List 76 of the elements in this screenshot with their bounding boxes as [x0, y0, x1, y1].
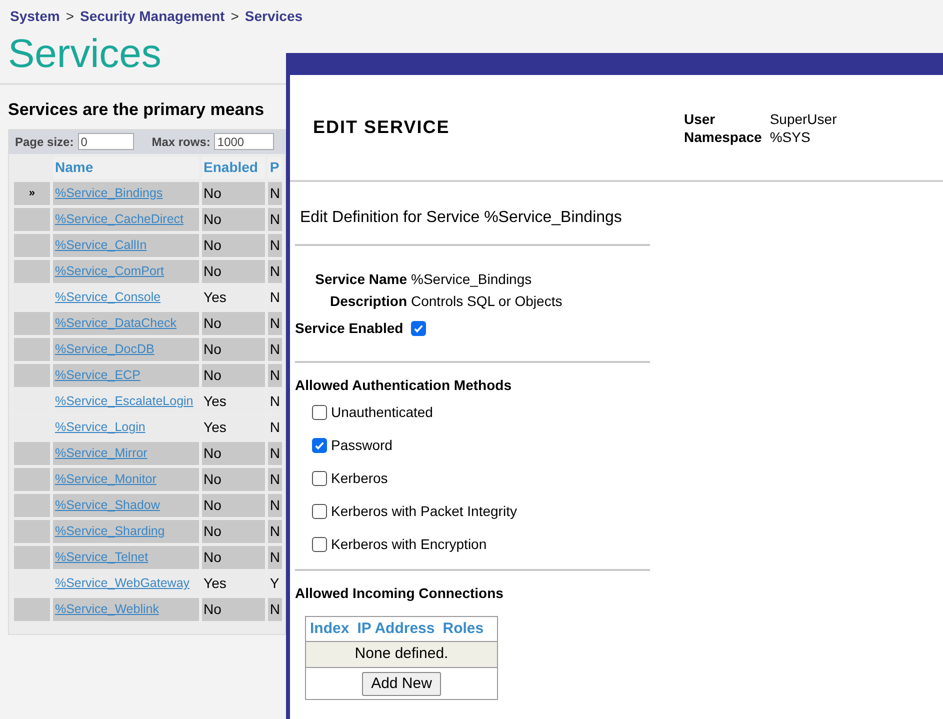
service-enabled-label: Service Enabled	[295, 319, 404, 338]
checkbox-label: Kerberos with Packet Integrity	[331, 502, 517, 521]
service-link[interactable]: %Service_Console	[54, 290, 161, 304]
table-cell: No	[202, 182, 265, 204]
checkbox-label: Kerberos with Encryption	[331, 535, 487, 554]
field-label: Service Name	[314, 270, 407, 289]
field-label: Description	[328, 292, 407, 311]
table-cell: No	[202, 520, 265, 542]
table-cell: N	[268, 598, 282, 620]
intro-text: Services are the primary means	[7, 99, 266, 121]
info-label: User	[684, 110, 716, 128]
breadcrumb-link[interactable]: System	[10, 6, 60, 27]
breadcrumb-separator: >	[66, 7, 74, 26]
table-cell: No	[202, 260, 265, 282]
service-link[interactable]: %Service_EscalateLogin	[54, 394, 194, 408]
add-new-button[interactable]: Add New	[362, 672, 441, 696]
service-link[interactable]: %Service_WebGateway	[54, 576, 190, 590]
table-cell: N	[268, 260, 282, 282]
max-rows-field[interactable]: 1000	[214, 133, 274, 150]
table-cell: N	[268, 494, 282, 516]
table-cell: N	[268, 338, 282, 360]
table-cell: N	[268, 546, 282, 568]
table-cell: No	[202, 442, 265, 464]
table-cell: No	[202, 364, 265, 386]
table-cell: No	[202, 234, 265, 256]
checkbox-label: Password	[331, 436, 392, 455]
table-cell: N	[268, 234, 282, 256]
table-cell: No	[202, 208, 265, 230]
checkbox[interactable]	[312, 405, 327, 420]
field-value: %Service_Bindings	[411, 270, 533, 289]
table-cell: N	[268, 364, 282, 386]
column-header[interactable]: P	[268, 156, 282, 178]
section-heading: Allowed Authentication Methods	[295, 376, 512, 395]
dialog-title: EDIT SERVICE	[313, 116, 451, 139]
checkbox[interactable]	[312, 471, 327, 486]
info-value: %SYS	[770, 128, 812, 146]
table-cell: N	[268, 520, 282, 542]
table-cell: No	[202, 338, 265, 360]
table-cell: No	[202, 546, 265, 568]
page-size-label: Page size:	[15, 134, 74, 150]
table-cell: No	[202, 598, 265, 620]
service-link[interactable]: %Service_Login	[54, 420, 146, 434]
breadcrumb-separator: >	[230, 7, 239, 26]
field-value: Controls SQL or Objects	[411, 292, 564, 311]
checkbox[interactable]	[312, 537, 327, 552]
max-rows-label: Max rows:	[152, 134, 210, 150]
section-heading: Allowed Incoming Connections	[295, 584, 504, 603]
info-label: Namespace	[684, 128, 762, 146]
row-marker: »	[28, 186, 36, 199]
column-header: Index	[310, 618, 350, 639]
dialog-subtitle: Edit Definition for Service %Service_Bindings	[299, 208, 623, 228]
check-icon	[314, 440, 325, 451]
table-cell: N	[268, 442, 282, 464]
table-cell: No	[202, 494, 265, 516]
check-icon	[413, 323, 424, 334]
page-title: Services	[7, 31, 162, 77]
table-cell: No	[202, 468, 265, 490]
checkbox-label: Kerberos	[331, 469, 388, 488]
checkbox[interactable]	[312, 504, 327, 519]
table-cell: No	[202, 312, 265, 334]
column-header: Roles	[442, 618, 484, 639]
column-header[interactable]: Name	[52, 156, 199, 178]
checkbox-label: Unauthenticated	[331, 403, 433, 422]
column-header: IP Address	[357, 618, 435, 639]
empty-message: None defined.	[306, 642, 497, 668]
table-cell: N	[268, 312, 282, 334]
breadcrumb-link[interactable]: Security Management	[80, 6, 225, 27]
info-value: SuperUser	[770, 110, 837, 128]
breadcrumb-link[interactable]: Services	[244, 6, 303, 27]
table-cell: N	[268, 208, 282, 230]
table-cell: N	[268, 182, 282, 204]
table-cell: N	[268, 468, 282, 490]
checkbox[interactable]	[411, 321, 426, 336]
page-size-field[interactable]: 0	[78, 133, 134, 150]
column-header[interactable]: Enabled	[202, 156, 265, 178]
checkbox[interactable]	[312, 438, 327, 453]
